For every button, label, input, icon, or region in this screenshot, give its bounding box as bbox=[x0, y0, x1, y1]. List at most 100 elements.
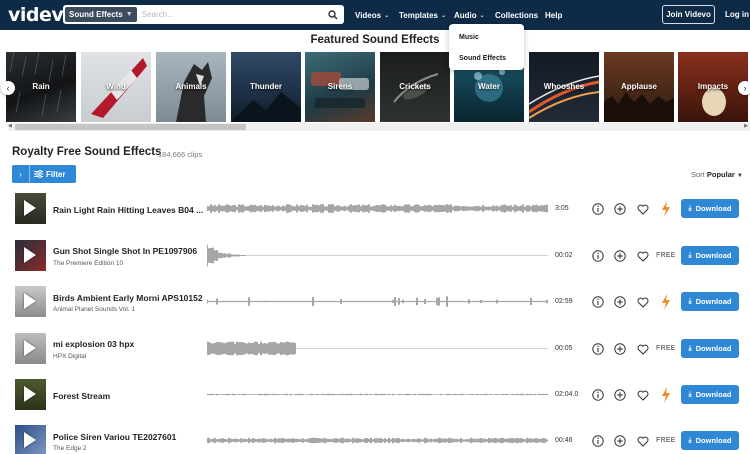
nav-help[interactable]: Help bbox=[545, 0, 562, 30]
nav-videos[interactable]: Videos ⌄ bbox=[355, 0, 389, 30]
tile-label: Rain bbox=[32, 82, 50, 91]
download-button[interactable]: ⤓ Download bbox=[681, 199, 739, 218]
add-icon[interactable] bbox=[613, 295, 627, 309]
waveform[interactable] bbox=[207, 193, 549, 224]
download-label: Download bbox=[695, 390, 732, 399]
featured-tile-wind[interactable]: Wind bbox=[81, 52, 151, 122]
heart-icon[interactable] bbox=[636, 202, 650, 216]
add-icon[interactable] bbox=[613, 249, 627, 263]
join-videvo-button[interactable]: Join Videvo bbox=[662, 5, 715, 24]
tile-label: Sirens bbox=[327, 82, 353, 91]
featured-title: Featured Sound Effects bbox=[310, 34, 440, 46]
row-title[interactable]: Gun Shot Single Shot In PE1097906 bbox=[53, 246, 197, 256]
chevron-down-icon: ⌄ bbox=[384, 12, 390, 19]
waveform[interactable] bbox=[207, 240, 549, 271]
heart-icon[interactable] bbox=[636, 342, 650, 356]
download-button[interactable]: ⤓ Download bbox=[681, 246, 739, 265]
row-subtitle: The Premiere Edition 10 bbox=[53, 260, 124, 267]
add-icon[interactable] bbox=[613, 434, 627, 448]
add-icon[interactable] bbox=[613, 202, 627, 216]
featured-tile-sirens[interactable]: Sirens bbox=[305, 52, 375, 122]
sort-value: Popular bbox=[706, 170, 735, 179]
login-link[interactable]: Log in bbox=[725, 10, 749, 19]
premium-bolt-icon bbox=[662, 387, 670, 403]
nav-templates[interactable]: Templates ⌄ bbox=[399, 0, 446, 30]
duration: 00:46 bbox=[555, 437, 573, 444]
row-title[interactable]: Police Siren Variou TE2027601 bbox=[53, 432, 176, 442]
download-label: Download bbox=[695, 436, 732, 445]
duration: 00:02 bbox=[555, 252, 573, 259]
duration: 02:04.0 bbox=[555, 391, 579, 398]
featured-tile-applause[interactable]: Applause bbox=[604, 52, 674, 122]
row-title[interactable]: mi explosion 03 hpx bbox=[53, 339, 134, 349]
download-button[interactable]: ⤓ Download bbox=[681, 385, 739, 404]
nav-help-label: Help bbox=[545, 10, 563, 20]
scroll-right-icon[interactable]: ▶ bbox=[744, 123, 748, 129]
search-icon[interactable] bbox=[325, 7, 341, 23]
tile-label: Thunder bbox=[250, 82, 282, 91]
heart-icon[interactable] bbox=[636, 434, 650, 448]
tile-label: Crickets bbox=[399, 82, 431, 91]
download-button[interactable]: ⤓ Download bbox=[681, 292, 739, 311]
download-button[interactable]: ⤓ Download bbox=[681, 431, 739, 450]
dropdown-item-music[interactable]: Music bbox=[459, 34, 479, 41]
search-category-select[interactable]: Sound Effects ▼ bbox=[65, 7, 137, 22]
row-title[interactable]: Rain Light Rain Hitting Leaves B04 ... bbox=[53, 205, 203, 215]
sound-row: mi explosion 03 hpx HPX Digital 00:05 FR… bbox=[0, 327, 750, 371]
waveform[interactable] bbox=[207, 425, 549, 454]
search-input[interactable] bbox=[136, 10, 325, 19]
sort-select[interactable]: Sort Popular ▼ bbox=[691, 170, 743, 179]
play-icon bbox=[24, 247, 36, 263]
scroll-left-icon[interactable]: ◀ bbox=[8, 123, 12, 129]
info-icon[interactable] bbox=[591, 249, 605, 263]
chevron-down-icon: ▼ bbox=[125, 11, 133, 18]
carousel-prev-button[interactable]: ‹ bbox=[1, 81, 15, 95]
add-icon[interactable] bbox=[613, 388, 627, 402]
nav-collections-label: Collections bbox=[495, 10, 539, 20]
featured-tile-whooshes[interactable]: Whooshes bbox=[529, 52, 599, 122]
info-icon[interactable] bbox=[591, 342, 605, 356]
info-icon[interactable] bbox=[591, 388, 605, 402]
heart-icon[interactable] bbox=[636, 249, 650, 263]
heart-icon[interactable] bbox=[636, 295, 650, 309]
play-thumbnail[interactable] bbox=[15, 425, 46, 454]
sound-row: Police Siren Variou TE2027601 The Edge 2… bbox=[0, 419, 750, 454]
download-icon: ⤓ bbox=[688, 204, 692, 212]
featured-tile-thunder[interactable]: Thunder bbox=[231, 52, 301, 122]
row-title[interactable]: Forest Stream bbox=[53, 391, 110, 401]
download-button[interactable]: ⤓ Download bbox=[681, 339, 739, 358]
chevron-down-icon: ⌄ bbox=[479, 12, 485, 19]
chevron-down-icon: ⌄ bbox=[440, 12, 447, 19]
featured-tile-animals[interactable]: Animals bbox=[156, 52, 226, 122]
download-label: Download bbox=[695, 344, 732, 353]
featured-tile-crickets[interactable]: Crickets bbox=[380, 52, 450, 122]
play-thumbnail[interactable] bbox=[15, 379, 46, 410]
tile-label: Whooshes bbox=[543, 82, 585, 91]
play-icon bbox=[24, 432, 36, 448]
row-title[interactable]: Birds Ambient Early Morni APS10152 bbox=[53, 293, 203, 303]
play-thumbnail[interactable] bbox=[15, 333, 46, 364]
play-thumbnail[interactable] bbox=[15, 193, 46, 224]
heart-icon[interactable] bbox=[636, 388, 650, 402]
featured-tile-rain[interactable]: Rain bbox=[6, 52, 76, 122]
tile-label: Water bbox=[478, 82, 500, 91]
sound-row: Rain Light Rain Hitting Leaves B04 ... 3… bbox=[0, 187, 750, 231]
chevron-down-icon: ▼ bbox=[736, 173, 743, 179]
filter-button[interactable]: › Filter bbox=[12, 165, 76, 183]
play-thumbnail[interactable] bbox=[15, 240, 46, 271]
audio-dropdown-menu: Music Sound Effects bbox=[449, 24, 524, 70]
dropdown-item-sound-effects[interactable]: Sound Effects bbox=[459, 55, 506, 62]
info-icon[interactable] bbox=[591, 434, 605, 448]
carousel-scrollbar[interactable]: ◀ ▶ bbox=[8, 123, 750, 131]
scrollbar-thumb[interactable] bbox=[15, 124, 246, 130]
waveform[interactable] bbox=[207, 333, 549, 364]
info-icon[interactable] bbox=[591, 295, 605, 309]
add-icon[interactable] bbox=[613, 342, 627, 356]
waveform[interactable] bbox=[207, 286, 549, 317]
carousel-next-button[interactable]: › bbox=[738, 81, 750, 95]
play-thumbnail[interactable] bbox=[15, 286, 46, 317]
info-icon[interactable] bbox=[591, 202, 605, 216]
download-icon: ⤓ bbox=[688, 390, 692, 398]
nav-audio-label: Audio bbox=[454, 10, 477, 20]
waveform[interactable] bbox=[207, 379, 549, 410]
